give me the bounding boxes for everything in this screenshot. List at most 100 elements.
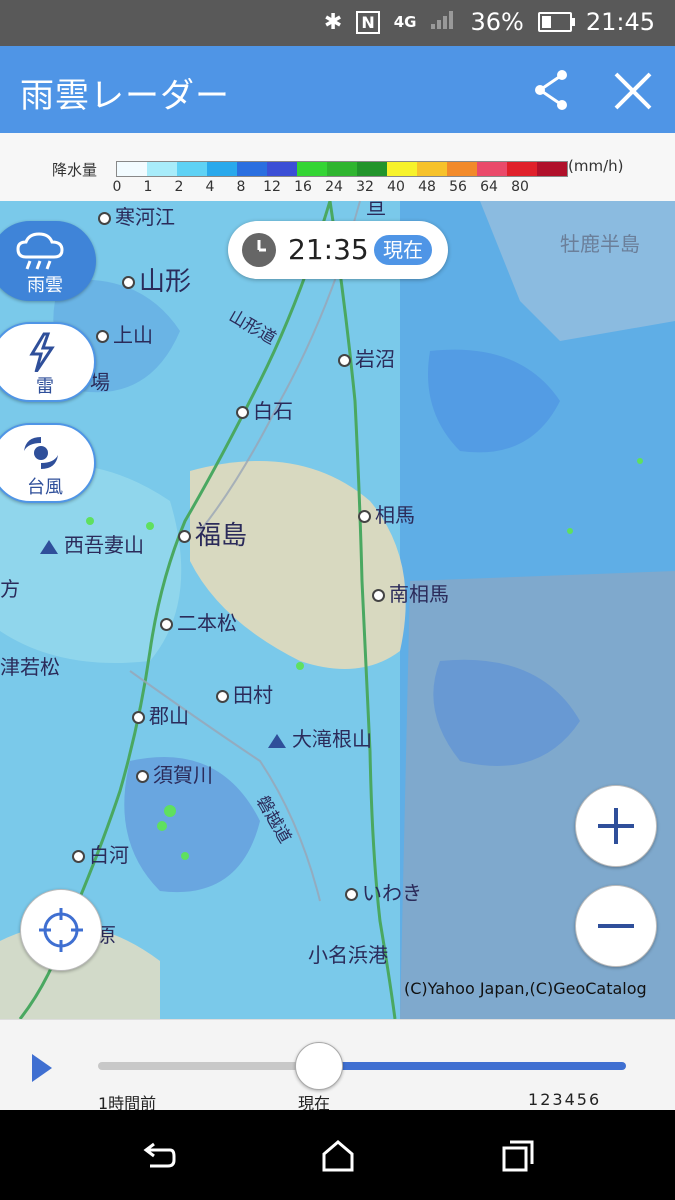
battery-icon [537, 12, 575, 32]
legend-swatch [117, 162, 147, 176]
time-indicator: 21:35 現在 [228, 221, 448, 279]
legend-label: 降水量 [52, 161, 98, 179]
status-bar: ✱ N 4G 36% 21:45 [0, 0, 675, 46]
lightning-label: 雷 [36, 376, 54, 397]
legend-color-bar [116, 161, 568, 177]
network-type: 4G [393, 13, 417, 31]
now-badge: 現在 [374, 235, 432, 265]
precipitation-legend: 降水量 (mm/h) 0 1 2 4 8 12 16 24 32 40 48 56 64 80 [0, 133, 675, 202]
legend-tick: 8 [236, 179, 246, 195]
city-label: 上山 [96, 319, 153, 348]
slider-track-past[interactable] [98, 1062, 318, 1070]
close-icon [614, 72, 652, 110]
page-title: 雨雲レーダー [20, 76, 230, 116]
legend-swatch [177, 162, 207, 176]
legend-tick: 16 [294, 179, 312, 195]
back-icon[interactable] [140, 1138, 176, 1172]
legend-swatch [537, 162, 567, 176]
signal-icon [430, 8, 456, 36]
legend-tick: 0 [112, 179, 122, 195]
slider-future-labels: 123456 [528, 1090, 602, 1109]
city-label: 郡山 [132, 700, 189, 729]
nfc-icon: N [356, 10, 380, 34]
legend-swatch [237, 162, 267, 176]
city-label-major: 山形 [122, 261, 191, 298]
radar-map[interactable]: 寒河江 山形 上山 岩沼 白石 相馬 福島 南相馬 西吾妻山 二本松 田村 大滝… [0, 201, 675, 1019]
mountain-label: 大滝根山 [268, 723, 372, 752]
place-label: 亘 [366, 201, 386, 219]
legend-swatch [417, 162, 447, 176]
city-label: 田村 [216, 679, 273, 708]
legend-swatch [147, 162, 177, 176]
legend-swatch [507, 162, 537, 176]
lightning-button[interactable]: 雷 [0, 322, 96, 402]
legend-swatch [357, 162, 387, 176]
share-button[interactable] [532, 68, 572, 112]
home-icon[interactable] [320, 1138, 356, 1172]
legend-tick: 4 [205, 179, 215, 195]
legend-unit: (mm/h) [568, 157, 624, 175]
typhoon-label: 台風 [27, 477, 63, 498]
city-label-major: 福島 [178, 515, 247, 552]
time-slider[interactable]: 1時間前 現在 123456 [0, 1019, 675, 1113]
bluetooth-icon: ✱ [323, 9, 343, 35]
rain-cloud-icon [16, 232, 64, 270]
city-label: 寒河江 [98, 201, 175, 230]
mountain-label: 西吾妻山 [40, 529, 144, 558]
legend-tick: 64 [480, 179, 498, 195]
current-location-button[interactable] [20, 889, 102, 971]
typhoon-icon [24, 437, 58, 469]
zoom-in-button[interactable] [575, 785, 657, 867]
city-label: いわき [345, 877, 422, 906]
app-bar: 雨雲レーダー [0, 46, 675, 133]
typhoon-button[interactable]: 台風 [0, 423, 96, 503]
map-copyright: (C)Yahoo Japan,(C)GeoCatalog [404, 979, 647, 998]
legend-tick: 48 [418, 179, 436, 195]
city-label: 須賀川 [136, 759, 213, 788]
legend-tick: 2 [174, 179, 184, 195]
legend-tick: 56 [449, 179, 467, 195]
legend-tick: 32 [356, 179, 374, 195]
legend-ticks: 0 1 2 4 8 12 16 24 32 40 48 56 64 80 [100, 179, 570, 199]
slider-track-future[interactable] [318, 1062, 626, 1070]
battery-percent: 36% [470, 8, 524, 36]
place-label: 津若松 [0, 655, 60, 679]
city-label: 白河 [72, 839, 129, 868]
legend-tick: 12 [263, 179, 281, 195]
city-label: 岩沼 [338, 343, 395, 372]
place-label: 牡鹿半島 [560, 232, 640, 256]
status-time: 21:45 [585, 8, 655, 36]
legend-tick: 80 [511, 179, 529, 195]
legend-swatch [477, 162, 507, 176]
play-button[interactable] [32, 1054, 52, 1082]
legend-tick: 40 [387, 179, 405, 195]
city-label: 白石 [236, 395, 293, 424]
lightning-icon [29, 332, 55, 372]
minus-icon [598, 924, 634, 928]
legend-swatch [327, 162, 357, 176]
share-icon [535, 70, 567, 110]
place-label: 方 [0, 577, 20, 601]
legend-swatch [207, 162, 237, 176]
zoom-out-button[interactable] [575, 885, 657, 967]
slider-thumb[interactable] [295, 1042, 343, 1090]
city-label: 相馬 [358, 499, 415, 528]
plus-icon [598, 808, 634, 844]
clock-icon [242, 233, 276, 267]
legend-swatch [267, 162, 297, 176]
legend-tick: 1 [143, 179, 153, 195]
city-label: 二本松 [160, 607, 237, 636]
legend-swatch [447, 162, 477, 176]
legend-swatch [297, 162, 327, 176]
close-button[interactable] [610, 68, 656, 114]
legend-tick: 24 [325, 179, 343, 195]
rain-cloud-button[interactable]: 雨雲 [0, 221, 96, 301]
recents-icon[interactable] [500, 1138, 536, 1172]
city-label: 南相馬 [372, 578, 449, 607]
city-label: 小名浜港 [308, 943, 388, 967]
rain-cloud-label: 雨雲 [27, 275, 63, 296]
radar-time: 21:35 [288, 233, 369, 266]
legend-swatch [387, 162, 417, 176]
crosshair-icon [39, 908, 83, 952]
android-nav-bar [0, 1110, 675, 1200]
